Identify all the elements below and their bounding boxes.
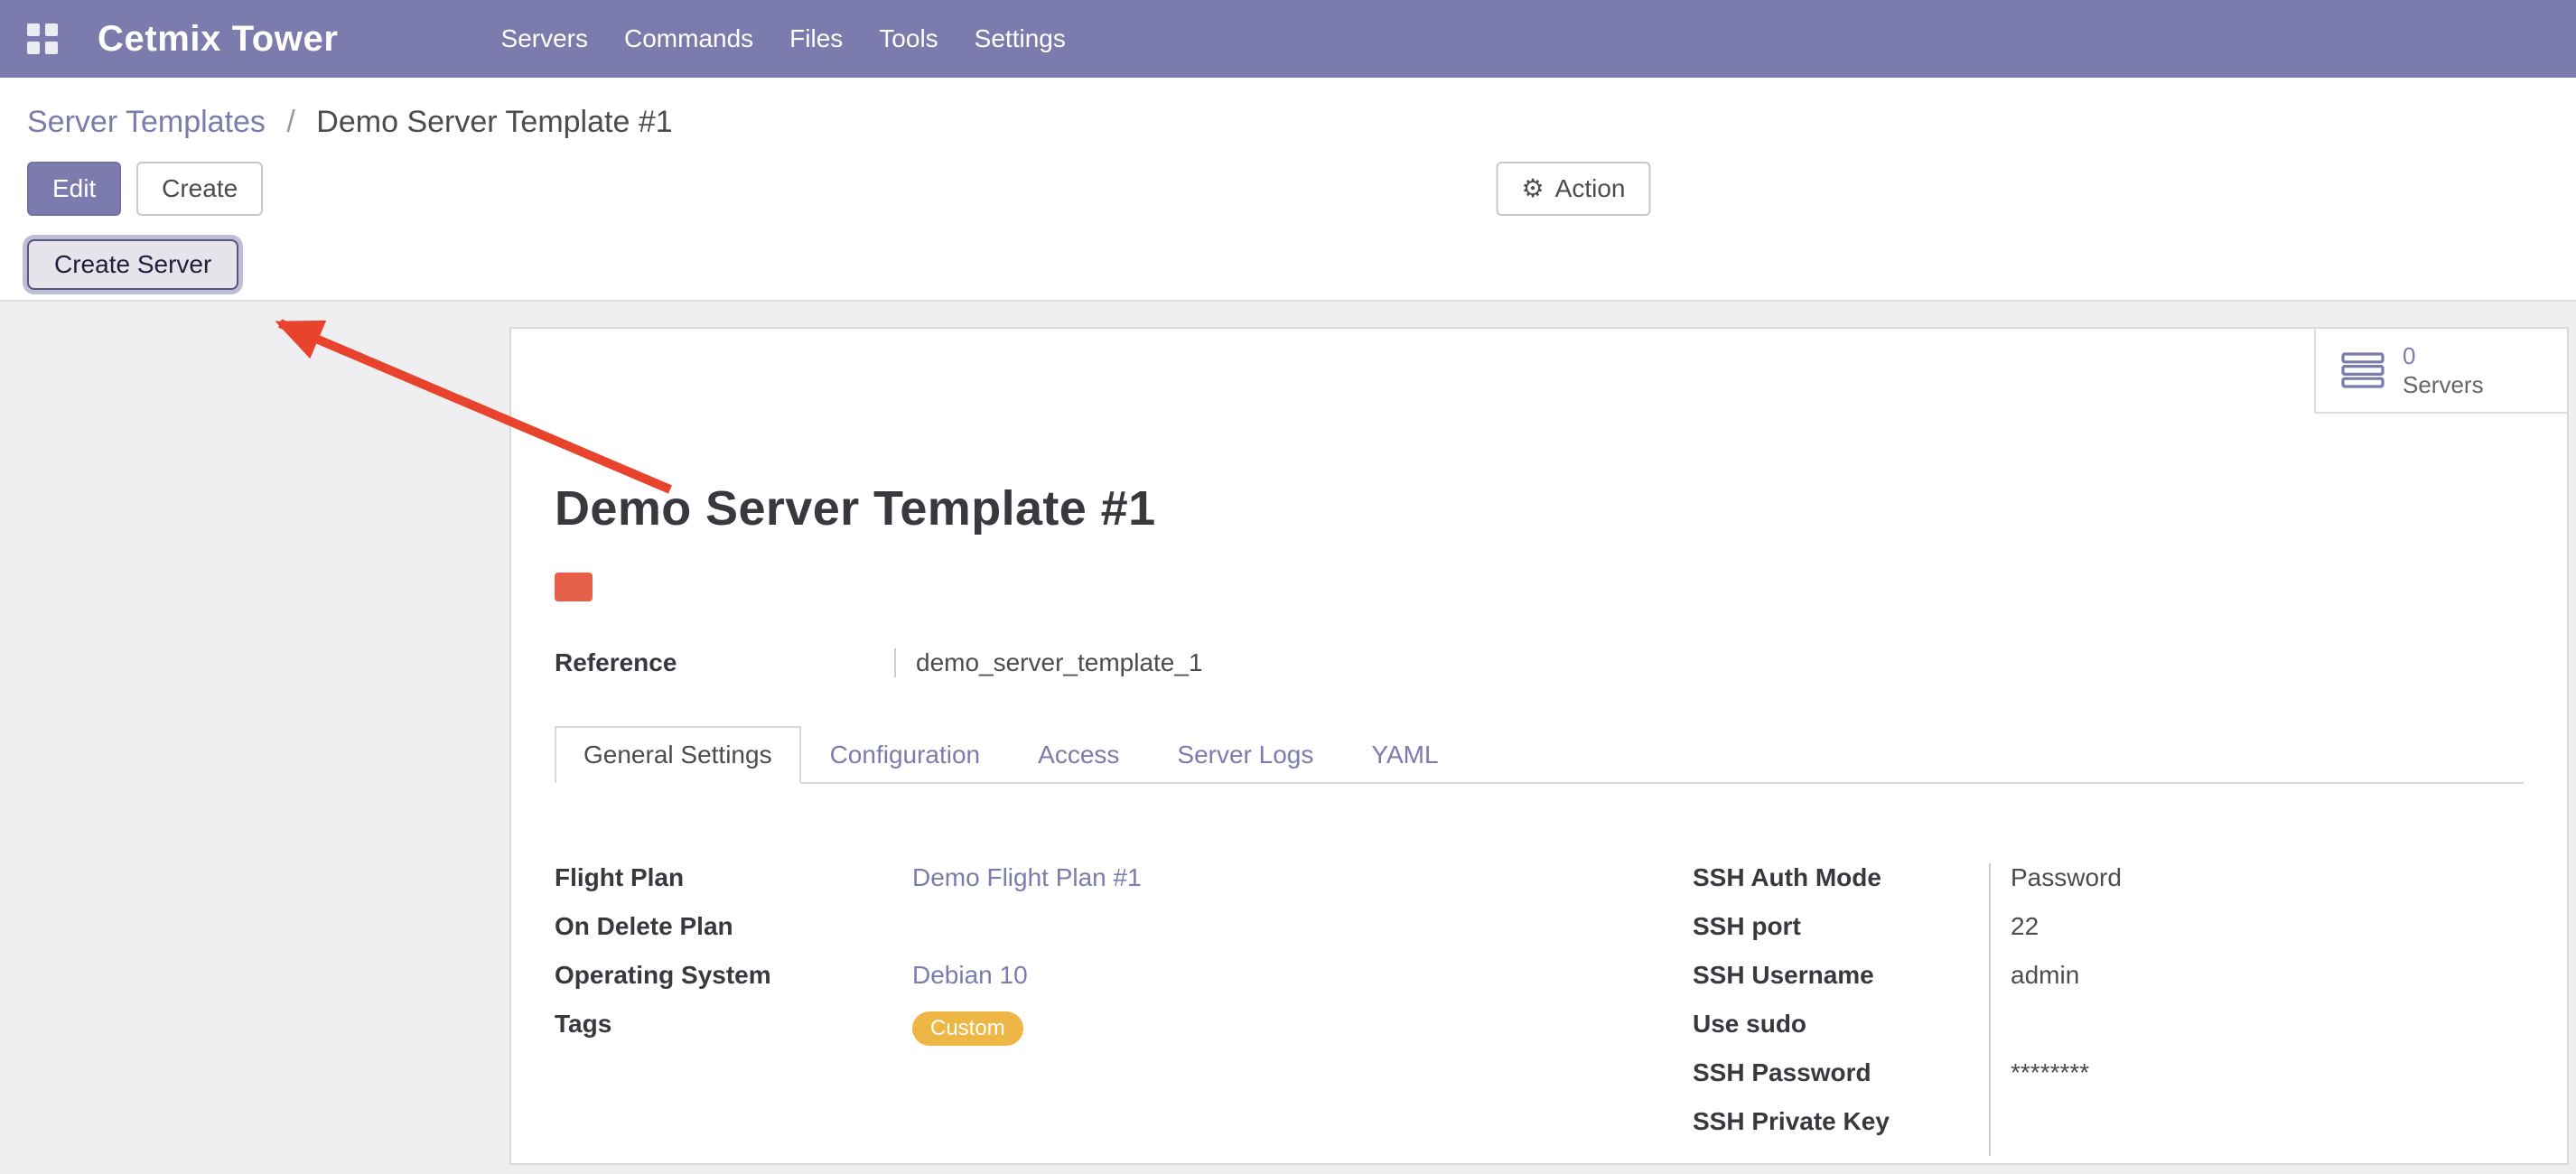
field-label-ssh-private-key: SSH Private Key [1693,1107,1989,1136]
create-button[interactable]: Create [136,162,263,216]
breadcrumb-current: Demo Server Template #1 [316,105,672,139]
color-swatch [555,573,593,601]
reference-label: Reference [555,648,894,677]
sheet-inner: Demo Server Template #1 Reference demo_s… [511,480,2567,1156]
edit-button[interactable]: Edit [27,162,121,216]
tab-configuration[interactable]: Configuration [801,726,1010,784]
field-label-ssh-auth-mode: SSH Auth Mode [1693,863,1989,892]
main-menu: Servers Commands Files Tools Settings [483,14,1084,64]
field-label-flight-plan: Flight Plan [555,863,912,892]
field-label-ssh-username: SSH Username [1693,961,1989,990]
field-label-on-delete-plan: On Delete Plan [555,912,912,941]
breadcrumb-separator: / [286,105,294,139]
servers-stat-button[interactable]: 0 Servers [2314,329,2567,414]
tag-badge-custom: Custom [912,1011,1023,1046]
field-value-ssh-private-key [1989,1107,2524,1156]
action-button-label: Action [1555,172,1626,205]
menu-item-tools[interactable]: Tools [861,14,956,64]
tab-server-logs[interactable]: Server Logs [1148,726,1342,784]
field-value-ssh-username: admin [1989,961,2524,1010]
gear-icon: ⚙ [1522,176,1545,201]
field-value-operating-system[interactable]: Debian 10 [912,961,1028,989]
field-row-ssh-password: SSH Password ******** [1693,1058,2524,1107]
brand-title[interactable]: Cetmix Tower [98,19,339,60]
form-sheet: 0 Servers Demo Server Template #1 Refere… [509,327,2569,1165]
breadcrumb: Server Templates / Demo Server Template … [0,78,2576,140]
top-navbar: Cetmix Tower Servers Commands Files Tool… [0,0,2576,78]
field-row-use-sudo: Use sudo [1693,1010,2524,1058]
field-row-on-delete-plan: On Delete Plan [555,912,1693,961]
field-value-ssh-auth-mode: Password [1989,863,2524,912]
stat-text: 0 Servers [2403,341,2484,399]
menu-item-servers[interactable]: Servers [483,14,606,64]
app-window: Cetmix Tower Servers Commands Files Tool… [0,0,2576,1174]
field-row-ssh-port: SSH port 22 [1693,912,2524,961]
field-row-operating-system: Operating System Debian 10 [555,961,1693,1010]
general-settings-form: Flight Plan Demo Flight Plan #1 On Delet… [555,863,2524,1156]
servers-stack-icon [2341,352,2385,388]
field-label-tags: Tags [555,1010,912,1039]
field-value-ssh-port: 22 [1989,912,2524,961]
field-value-ssh-password: ******** [1989,1058,2524,1107]
reference-value: demo_server_template_1 [894,648,1203,677]
page-title: Demo Server Template #1 [555,480,2524,536]
tab-yaml[interactable]: YAML [1342,726,1467,784]
field-label-use-sudo: Use sudo [1693,1010,1989,1039]
apps-grid-icon[interactable] [27,23,58,54]
menu-item-settings[interactable]: Settings [957,14,1084,64]
field-row-flight-plan: Flight Plan Demo Flight Plan #1 [555,863,1693,912]
field-label-ssh-port: SSH port [1693,912,1989,941]
stat-label: Servers [2403,370,2484,399]
field-row-tags: Tags Custom [555,1010,1693,1058]
tab-general-settings[interactable]: General Settings [555,726,801,784]
field-label-ssh-password: SSH Password [1693,1058,1989,1087]
content-area: 0 Servers Demo Server Template #1 Refere… [0,300,2576,1174]
statusbar: Create Server [0,239,2576,297]
form-group-right: SSH Auth Mode Password SSH port 22 SSH U… [1693,863,2524,1156]
menu-item-commands[interactable]: Commands [606,14,771,64]
field-value-flight-plan[interactable]: Demo Flight Plan #1 [912,863,1142,891]
stat-count: 0 [2403,341,2484,370]
menu-item-files[interactable]: Files [771,14,861,64]
field-row-ssh-private-key: SSH Private Key [1693,1107,2524,1156]
field-value-use-sudo [1989,1010,2524,1058]
form-toolbar: Edit Create ⚙ Action [27,162,2549,216]
form-group-left: Flight Plan Demo Flight Plan #1 On Delet… [555,863,1693,1156]
create-server-button[interactable]: Create Server [27,239,238,290]
action-button[interactable]: ⚙ Action [1497,162,1651,216]
breadcrumb-link-server-templates[interactable]: Server Templates [27,105,266,139]
notebook-tabs: General Settings Configuration Access Se… [555,726,2524,784]
field-row-ssh-auth-mode: SSH Auth Mode Password [1693,863,2524,912]
field-row-ssh-username: SSH Username admin [1693,961,2524,1010]
reference-field: Reference demo_server_template_1 [555,648,2524,677]
field-label-operating-system: Operating System [555,961,912,990]
tab-access[interactable]: Access [1009,726,1148,784]
